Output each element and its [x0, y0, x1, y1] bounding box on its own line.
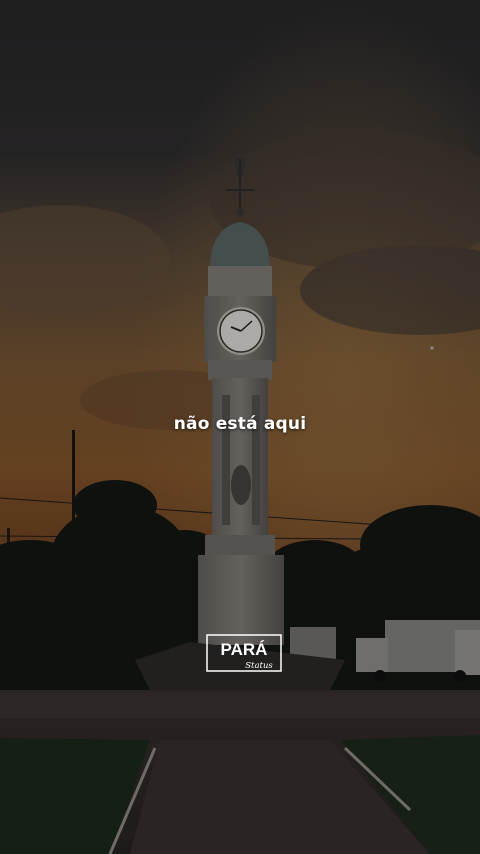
svg-text:PARÁ: PARÁ	[221, 640, 268, 659]
caption-text: não está aqui	[173, 414, 307, 434]
para-status-logo: PARÁ Status	[206, 634, 282, 672]
svg-text:Status: Status	[245, 661, 273, 671]
